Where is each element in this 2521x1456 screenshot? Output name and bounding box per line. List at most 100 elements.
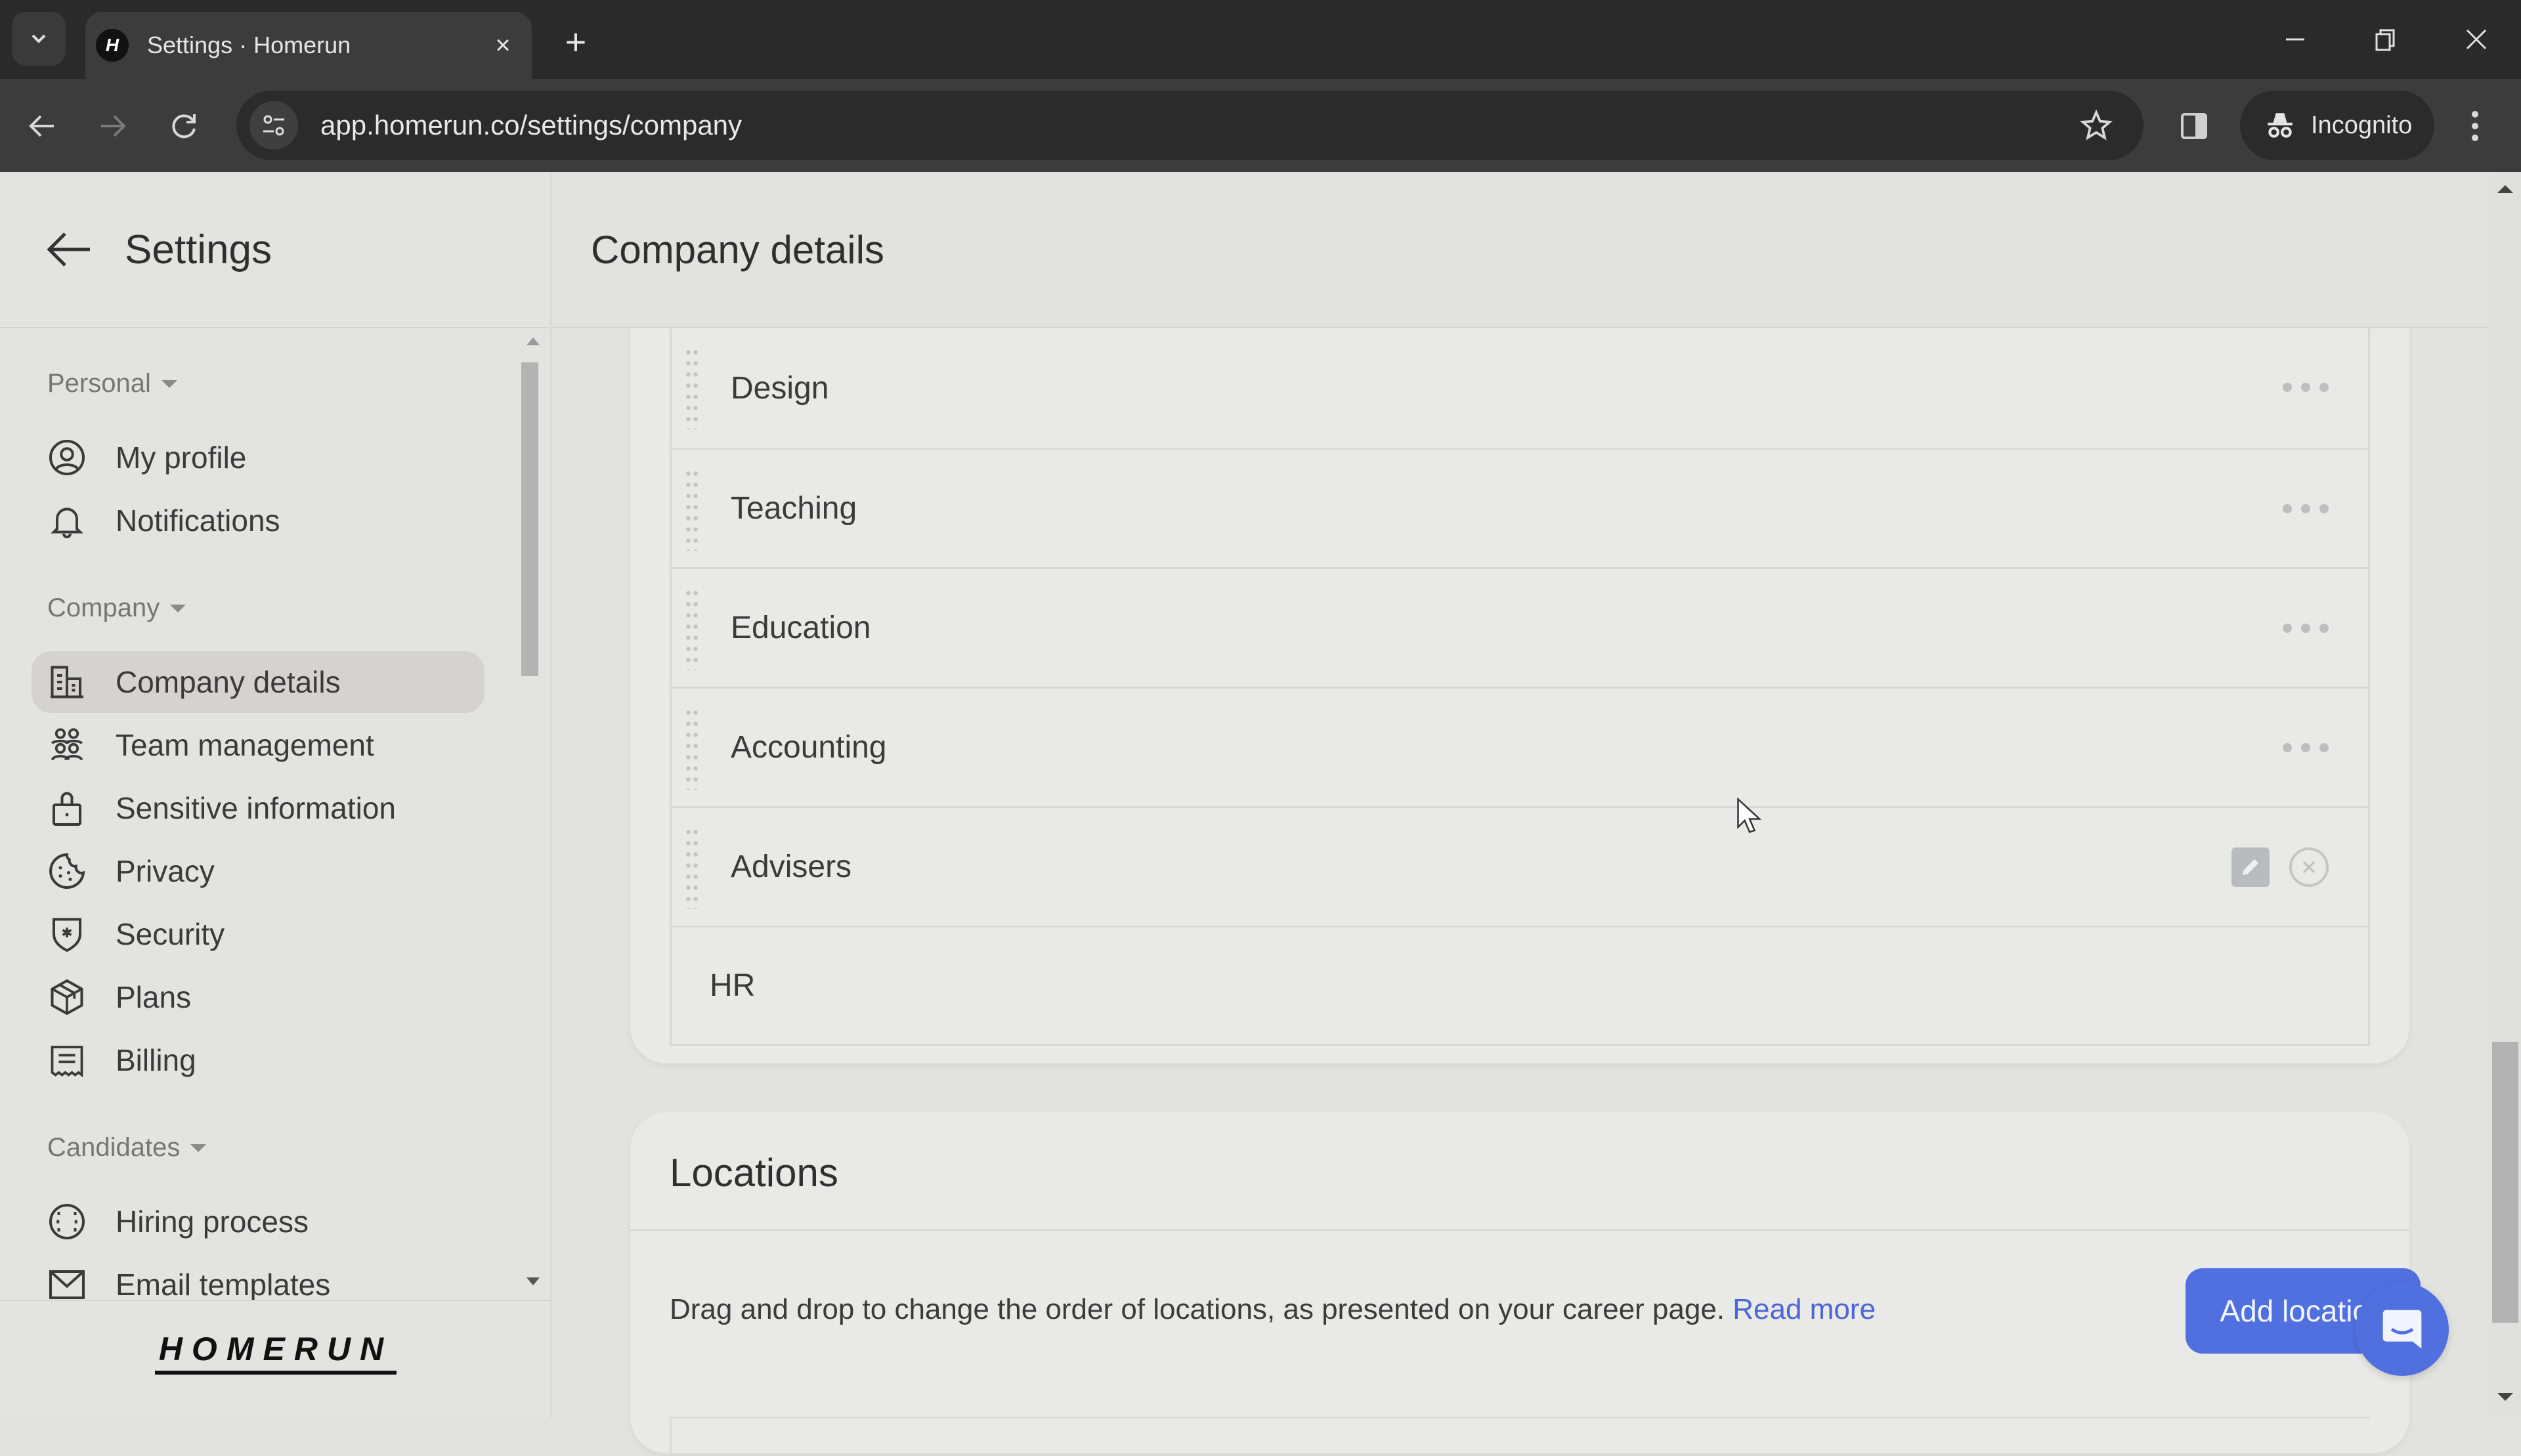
sidebar-item-label: Plans (116, 980, 192, 1014)
sidebar-item-company-details[interactable]: Company details (32, 651, 485, 713)
arrow-right-icon (101, 115, 126, 137)
scroll-down-arrow-icon[interactable] (2497, 1393, 2513, 1401)
more-horizontal-icon[interactable] (2283, 616, 2329, 640)
edit-department-button[interactable] (2231, 847, 2270, 887)
sidebar-scrollbar[interactable] (519, 330, 548, 1300)
sidebar-item-label: Security (116, 917, 225, 951)
caret-down-icon (161, 379, 177, 388)
more-vertical-icon (2472, 111, 2478, 141)
locations-card: Locations Drag and drop to change the or… (630, 1112, 2421, 1456)
locations-description: Drag and drop to change the order of loc… (670, 1293, 1876, 1326)
homerun-favicon-icon: H (96, 29, 129, 62)
chevron-down-icon (32, 34, 46, 43)
remove-department-button[interactable] (2289, 847, 2329, 887)
chat-launcher-button[interactable] (2356, 1283, 2449, 1376)
more-horizontal-icon[interactable] (2283, 375, 2329, 399)
tab-search-button[interactable] (12, 12, 66, 66)
sidebar-item-email-templates[interactable]: Email templates (32, 1254, 485, 1300)
sidebar-title: Settings (125, 226, 272, 272)
back-button[interactable] (16, 100, 68, 152)
drag-handle-icon[interactable] (685, 588, 699, 670)
mouse-cursor-icon (1737, 798, 1762, 834)
scroll-up-arrow-icon[interactable] (527, 337, 540, 345)
tab-title: Settings · Homerun (147, 32, 351, 58)
sidebar-item-notifications[interactable]: Notifications (32, 490, 485, 551)
settings-sidebar: Settings Personal My profile Notificatio… (0, 172, 551, 1418)
more-horizontal-icon[interactable] (2283, 736, 2329, 760)
sidebar-group-personal[interactable]: Personal (47, 369, 177, 398)
browser-menu-button[interactable] (2449, 100, 2501, 152)
department-row[interactable]: Design (672, 328, 2368, 448)
departments-list: Design Teaching Education Accounting Adv… (670, 328, 2370, 1046)
read-more-link[interactable]: Read more (1733, 1293, 1876, 1325)
incognito-icon (2268, 113, 2293, 138)
departments-card: Design Teaching Education Accounting Adv… (630, 290, 2409, 1063)
sidebar-item-label: Team management (116, 728, 374, 762)
arrow-left-icon (47, 232, 90, 267)
chat-bubble-icon (2382, 1310, 2422, 1349)
department-name: Advisers (731, 849, 852, 884)
sidebar-item-my-profile[interactable]: My profile (32, 427, 485, 488)
page-title: Company details (591, 227, 884, 272)
address-bar[interactable]: app.homerun.co/settings/company (236, 91, 2144, 160)
side-panel-icon (2181, 113, 2207, 139)
drag-handle-icon[interactable] (685, 347, 699, 429)
side-panel-button[interactable] (2166, 100, 2222, 152)
close-window-button[interactable] (2444, 13, 2509, 66)
site-info-button[interactable] (249, 101, 298, 150)
sidebar-scrollbar-thumb[interactable] (521, 362, 538, 676)
sidebar-item-hiring-process[interactable]: Hiring process (32, 1191, 485, 1253)
url-text[interactable]: app.homerun.co/settings/company (320, 110, 2070, 141)
reload-button[interactable] (158, 100, 210, 152)
sidebar-group-candidates[interactable]: Candidates (47, 1133, 207, 1163)
page-scrollbar[interactable] (2489, 172, 2521, 1418)
drag-handle-icon[interactable] (685, 468, 699, 551)
sidebar-item-label: Sensitive information (116, 791, 396, 825)
sidebar-item-security[interactable]: Security (32, 903, 485, 965)
sidebar-item-label: Notifications (116, 503, 280, 538)
close-icon (2302, 861, 2316, 874)
more-horizontal-icon[interactable] (2283, 497, 2329, 521)
browser-tab-active[interactable]: H Settings · Homerun × (85, 12, 532, 79)
close-tab-button[interactable]: × (483, 26, 523, 65)
browser-toolbar: app.homerun.co/settings/company Incognit… (0, 79, 2521, 172)
back-to-app-button[interactable] (42, 226, 95, 272)
department-row[interactable]: Education (672, 567, 2368, 687)
department-row[interactable]: Accounting (672, 687, 2368, 806)
sidebar-item-team-management[interactable]: Team management (32, 714, 485, 776)
sidebar-item-privacy[interactable]: Privacy (32, 840, 485, 902)
new-department-input[interactable] (710, 968, 2285, 1004)
minimize-window-button[interactable] (2262, 13, 2328, 66)
sidebar-footer: HOMERUN (0, 1300, 551, 1418)
restore-icon (2375, 29, 2395, 51)
sidebar-item-label: My profile (116, 440, 247, 475)
bookmark-button[interactable] (2070, 99, 2122, 152)
sidebar-item-plans[interactable]: Plans (32, 966, 485, 1028)
sidebar-nav: Personal My profile Notifications Compan… (0, 330, 551, 1300)
sidebar-item-billing[interactable]: Billing (32, 1029, 485, 1091)
new-tab-button[interactable]: + (553, 18, 599, 64)
drag-handle-icon[interactable] (685, 707, 699, 790)
tune-icon (263, 115, 284, 136)
sidebar-group-company[interactable]: Company (47, 593, 186, 623)
main-content: Design Teaching Education Accounting Adv… (553, 172, 2521, 1456)
forward-button[interactable] (87, 100, 139, 152)
new-department-row (672, 926, 2368, 1044)
sidebar-item-sensitive-information[interactable]: Sensitive information (32, 777, 485, 839)
page-scrollbar-thumb[interactable] (2492, 1042, 2518, 1323)
envelope-icon (47, 1265, 87, 1300)
scroll-down-arrow-icon[interactable] (527, 1277, 540, 1285)
department-row-hovered[interactable]: Advisers (672, 806, 2368, 926)
baseball-icon (47, 1202, 87, 1241)
incognito-indicator[interactable]: Incognito (2240, 91, 2434, 160)
department-row[interactable]: Teaching (672, 448, 2368, 567)
department-name: Teaching (731, 491, 857, 526)
homerun-logo[interactable]: HOMERUN (154, 1330, 397, 1375)
drag-handle-icon[interactable] (685, 826, 699, 909)
scroll-up-arrow-icon[interactable] (2497, 185, 2513, 193)
app-root: Settings Personal My profile Notificatio… (0, 172, 2521, 1456)
sidebar-item-label: Hiring process (116, 1205, 309, 1239)
department-name: Design (731, 370, 829, 406)
restore-window-button[interactable] (2353, 13, 2419, 66)
locations-list (670, 1417, 2370, 1456)
